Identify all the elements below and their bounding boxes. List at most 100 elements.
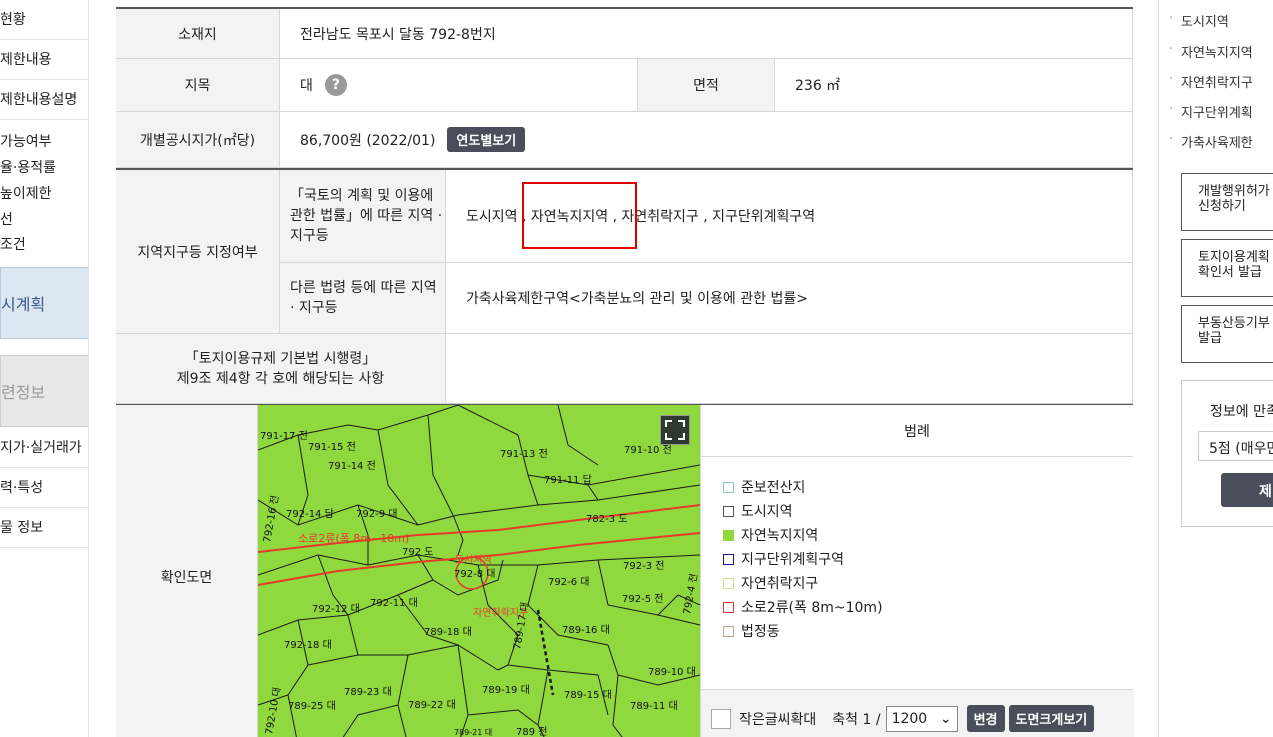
- parcel-label: 789-25 대: [288, 700, 336, 712]
- legend-swatch: [723, 481, 734, 493]
- fullscreen-icon: [665, 420, 685, 440]
- parcel-label: 789-18 대: [424, 626, 472, 638]
- left-menu-item[interactable]: 제한내용: [0, 40, 88, 80]
- left-related-item[interactable]: 물 정보: [0, 508, 88, 548]
- left-menu-active-item[interactable]: 시계획: [0, 267, 88, 339]
- parcel-label: 782-3 도: [586, 514, 627, 525]
- expand-map-icon[interactable]: [660, 415, 690, 445]
- legend-swatch: [723, 625, 734, 637]
- legend-title: 범례: [701, 405, 1133, 457]
- legend-item: 도시지역: [723, 501, 793, 521]
- left-related-item[interactable]: 력·특성: [0, 468, 88, 508]
- survey-select[interactable]: 5점 (매우만: [1198, 431, 1273, 461]
- parcel-label: 792-8 대: [454, 568, 495, 580]
- left-menu-section[interactable]: 련정보: [0, 355, 88, 427]
- right-zone-item[interactable]: 지구단위계획: [1169, 102, 1253, 121]
- large-text-label: 작은글씨확대: [739, 711, 817, 728]
- legend-item: 소로2류(폭 8m~10m): [723, 597, 883, 617]
- right-zone-item[interactable]: 자연녹지지역: [1169, 42, 1253, 61]
- legend-item: 법정동: [723, 621, 780, 641]
- location-value: 전라남도 목포시 달동 792-8번지: [280, 9, 1133, 59]
- jimok-value: 대 ?: [280, 59, 638, 112]
- yearly-view-button[interactable]: 연도별보기: [447, 127, 526, 152]
- left-menu-item[interactable]: 높이제한: [0, 182, 88, 206]
- legend-swatch: [723, 529, 734, 541]
- parcel-label: 789-23 대: [344, 686, 392, 698]
- parcel-label: 791-17 전: [260, 430, 308, 442]
- left-sidebar: 현황 제한내용 제한내용설명 가능여부 율·용적률 높이제한 선 조건 시계획 …: [0, 0, 89, 737]
- legend-item: 준보전산지: [723, 477, 805, 497]
- map-label: 확인도면: [116, 405, 258, 737]
- enlarge-map-button[interactable]: 도면크게보기: [1008, 705, 1095, 732]
- map-toolbar: 작은글씨확대 축척 1 / 1200 ⌄ 변경 도면크게보기: [701, 689, 1134, 737]
- satisfaction-survey: 정보에 만족 5점 (매우만 제: [1181, 380, 1273, 527]
- left-menu-item[interactable]: 가능여부: [0, 130, 88, 154]
- parcel-label: 789-22 대: [408, 699, 456, 711]
- price-value: 86,700원 (2022/01) 연도별보기: [280, 112, 1133, 168]
- zone-sub1-label: 「국토의 계획 및 이용에 관한 법률」에 따른 지역 · 지구등: [280, 170, 446, 263]
- price-label: 개별공시지가(㎡당): [116, 112, 280, 168]
- parcel-map-svg: 791-17 전 791-15 전 791-14 전 791-13 전 791-…: [258, 405, 700, 737]
- parcel-label: 789 전: [516, 726, 547, 737]
- area-label: 면적: [638, 59, 775, 112]
- left-menu-item[interactable]: 조건: [0, 233, 88, 257]
- right-zone-item[interactable]: 가축사육제한: [1169, 132, 1253, 151]
- highlight-box: [522, 182, 637, 249]
- parcel-label: 792-16 전: [261, 494, 281, 543]
- help-icon[interactable]: ?: [324, 74, 347, 96]
- parcel-label: 791-11 답: [544, 474, 592, 486]
- right-zone-item[interactable]: 도시지역: [1169, 11, 1229, 30]
- registry-button[interactable]: 부동산등기부 발급: [1181, 305, 1273, 363]
- legend-swatch: [723, 601, 734, 613]
- left-related-item[interactable]: 지가·실거래가: [0, 428, 88, 468]
- parcel-label: 792-3 전: [623, 560, 664, 572]
- survey-title: 정보에 만족: [1210, 404, 1273, 420]
- parcel-label: 789-16 대: [562, 624, 610, 636]
- parcel-label: 792-12 대: [312, 603, 360, 615]
- parcel-map[interactable]: 791-17 전 791-15 전 791-14 전 791-13 전 791-…: [258, 405, 700, 737]
- left-menu-item[interactable]: 선: [0, 208, 88, 232]
- left-menu-item[interactable]: 현황: [0, 0, 88, 40]
- parcel-label: 791-10 전: [624, 444, 672, 456]
- jimok-label: 지목: [116, 59, 280, 112]
- legend-item: 자연녹지지역: [723, 525, 818, 545]
- zone-sub2-label: 다른 법령 등에 따른 지역 · 지구등: [280, 263, 446, 334]
- zone-sub2-value: 가축사육제한구역<가축분뇨의 관리 및 이용에 관한 법률>: [446, 263, 1133, 334]
- chevron-down-icon: ⌄: [939, 710, 952, 727]
- parcel-label: 792-18 대: [284, 639, 332, 651]
- left-menu-item[interactable]: 율·용적률: [0, 156, 88, 180]
- area-value: 236 ㎡: [775, 59, 1133, 112]
- left-menu-item[interactable]: 제한내용설명: [0, 80, 88, 120]
- parcel-label: 792-4 전: [681, 573, 700, 616]
- parcel-label: 791-15 전: [308, 441, 356, 453]
- legend-swatch: [723, 577, 734, 589]
- development-permit-button[interactable]: 개발행위허가 신청하기: [1181, 173, 1273, 231]
- survey-submit-button[interactable]: 제: [1221, 473, 1273, 507]
- parcel-label: 792-14 답: [286, 508, 334, 520]
- parcel-label: 789-15 대: [564, 689, 612, 701]
- zone-label-map: 도시지역: [455, 554, 492, 566]
- large-text-checkbox[interactable]: [711, 708, 731, 729]
- land-use-certificate-button[interactable]: 토지이용계획 확인서 발급: [1181, 239, 1273, 297]
- legend-swatch: [723, 505, 734, 517]
- parcel-label: 792-11 대: [370, 597, 418, 609]
- parcel-label: 792-10 대: [263, 686, 283, 735]
- road-label: 소로2류(폭 8m~10m): [298, 532, 409, 545]
- page: 현황 제한내용 제한내용설명 가능여부 율·용적률 높이제한 선 조건 시계획 …: [0, 0, 1273, 737]
- location-label: 소재지: [116, 9, 280, 59]
- parcel-label: 789-10 대: [648, 666, 696, 678]
- parcel-label: 792-9 대: [356, 508, 397, 520]
- parcel-label: 789-19 대: [482, 684, 530, 696]
- parcel-label: 791-13 전: [500, 448, 548, 460]
- right-zone-item[interactable]: 자연취락지구: [1169, 72, 1253, 91]
- article-label: 「토지이용규제 기본법 시행령」 제9조 제4항 각 호에 해당되는 사항: [116, 334, 446, 404]
- parcel-label: 789-21 대: [454, 728, 492, 737]
- land-use-table: 소재지 전라남도 목포시 달동 792-8번지 지목 대 ? 면적 236 ㎡ …: [116, 7, 1134, 737]
- change-scale-button[interactable]: 변경: [966, 705, 1005, 732]
- legend-item: 자연취락지구: [723, 573, 818, 593]
- legend-swatch: [723, 553, 734, 565]
- parcel-label: 792-6 대: [548, 576, 589, 588]
- scale-select[interactable]: 1200 ⌄: [885, 705, 958, 732]
- right-sidebar: 도시지역 자연녹지지역 자연취락지구 지구단위계획 가축사육제한 개발행위허가신…: [1158, 0, 1273, 737]
- parcel-label: 792-5 전: [622, 593, 663, 605]
